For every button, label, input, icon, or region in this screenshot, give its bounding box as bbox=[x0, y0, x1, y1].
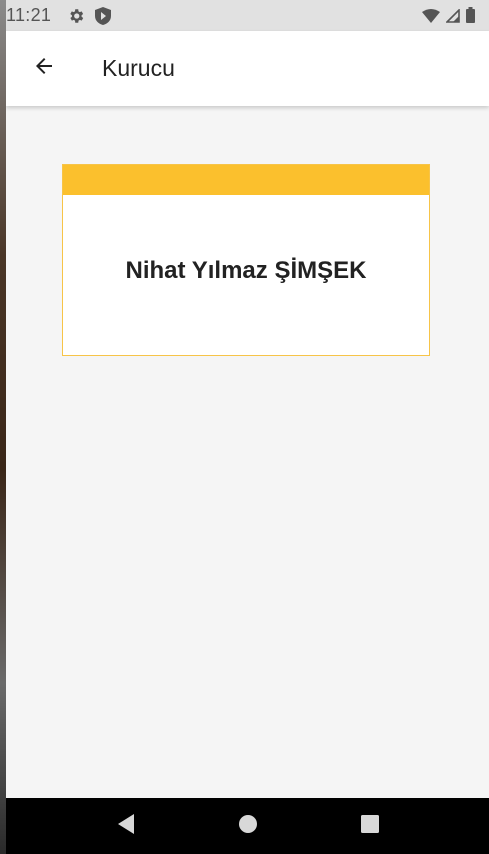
nav-recents-button[interactable] bbox=[350, 806, 390, 846]
battery-icon bbox=[466, 7, 475, 28]
page-title: Kurucu bbox=[102, 55, 175, 81]
recents-square-icon bbox=[360, 814, 380, 839]
back-triangle-icon bbox=[116, 813, 136, 840]
home-circle-icon bbox=[238, 814, 258, 839]
founder-card: Nihat Yılmaz ŞİMŞEK bbox=[62, 164, 430, 356]
status-time: 11:21 bbox=[6, 5, 52, 25]
card-body: Nihat Yılmaz ŞİMŞEK bbox=[63, 195, 429, 355]
signal-icon bbox=[445, 7, 460, 28]
arrow-back-icon bbox=[32, 54, 56, 83]
app-bar: Kurucu bbox=[6, 31, 489, 106]
card-accent-header bbox=[63, 165, 429, 195]
shield-icon bbox=[95, 6, 112, 25]
back-button[interactable] bbox=[16, 41, 72, 97]
status-bar: 11:21 bbox=[6, 0, 489, 31]
nav-home-button[interactable] bbox=[228, 806, 268, 846]
device-screen: 11:21 Kurucu Nihat Yılmaz ŞİMŞEK bbox=[6, 0, 489, 854]
nav-back-button[interactable] bbox=[106, 806, 146, 846]
wifi-icon bbox=[422, 7, 440, 28]
founder-name: Nihat Yılmaz ŞİMŞEK bbox=[125, 257, 367, 284]
status-right-icons bbox=[422, 7, 475, 28]
navigation-bar bbox=[6, 798, 489, 854]
settings-gear-icon bbox=[67, 7, 85, 25]
